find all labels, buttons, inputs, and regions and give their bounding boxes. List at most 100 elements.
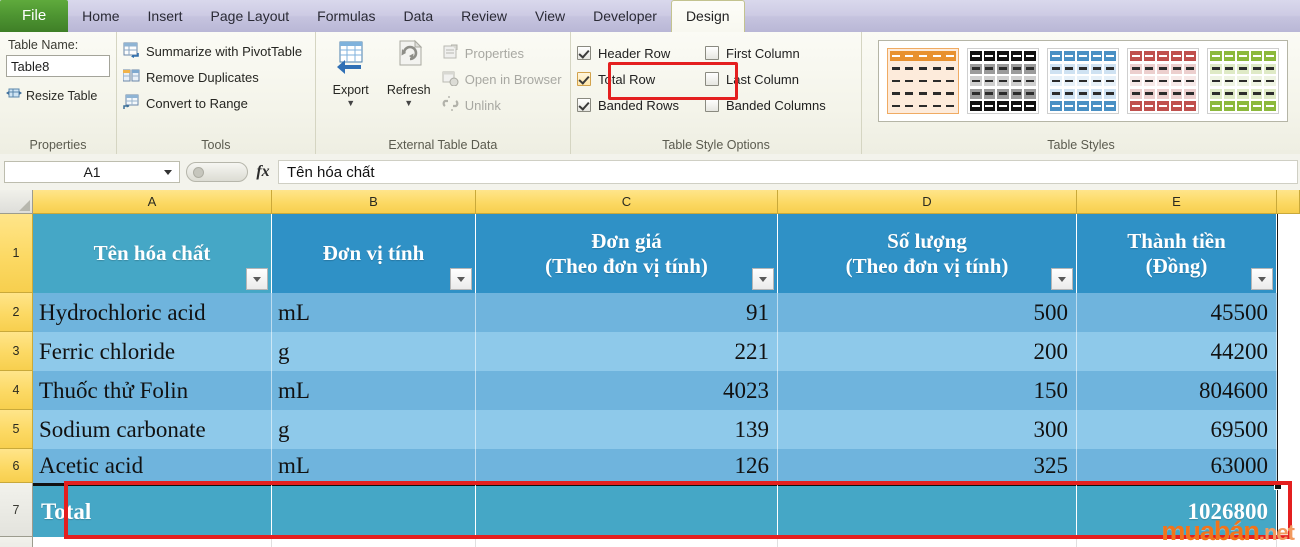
tab-home[interactable]: Home (68, 0, 133, 32)
cell-a8[interactable] (33, 537, 272, 547)
row-header-8[interactable] (0, 537, 33, 547)
formula-bar-button-icon[interactable] (193, 166, 204, 178)
cell-f2[interactable] (1277, 293, 1300, 332)
cell-a2[interactable]: Hydrochloric acid (33, 293, 272, 332)
selection-handle[interactable] (1274, 482, 1282, 490)
column-header-a[interactable]: A (33, 190, 272, 214)
cell-a3[interactable]: Ferric chloride (33, 332, 272, 371)
row-header-4[interactable]: 4 (0, 371, 33, 410)
row-header-6[interactable]: 6 (0, 449, 33, 483)
cell-f4[interactable] (1277, 371, 1300, 410)
tab-data[interactable]: Data (390, 0, 448, 32)
table-style-swatch[interactable] (1047, 48, 1119, 114)
table-style-swatch[interactable] (1207, 48, 1279, 114)
banded-rows-checkbox-icon[interactable] (577, 98, 591, 112)
cell-b3[interactable]: g (272, 332, 476, 371)
cell-f1[interactable] (1277, 214, 1300, 293)
export-dropdown-caret[interactable]: ▼ (322, 98, 380, 108)
checkbox-first-column[interactable]: First Column (705, 40, 855, 66)
checkbox-total-row[interactable]: Total Row (577, 66, 705, 92)
banded-columns-checkbox-icon[interactable] (705, 98, 719, 112)
cell-e4[interactable]: 804600 (1077, 371, 1277, 410)
tab-insert[interactable]: Insert (134, 0, 197, 32)
cell-c7[interactable] (476, 483, 778, 537)
cell-e1[interactable]: Thành tiền (Đồng) (1077, 214, 1277, 293)
cell-c2[interactable]: 91 (476, 293, 778, 332)
cell-f3[interactable] (1277, 332, 1300, 371)
cell-d4[interactable]: 150 (778, 371, 1077, 410)
header-row-checkbox-icon[interactable] (577, 46, 591, 60)
checkbox-header-row[interactable]: Header Row (577, 40, 705, 66)
tab-design[interactable]: Design (670, 0, 745, 32)
tab-developer[interactable]: Developer (579, 0, 671, 32)
formula-bar-buttons[interactable] (186, 162, 248, 182)
resize-table-button[interactable]: Resize Table (6, 87, 110, 104)
cell-c6[interactable]: 126 (476, 449, 778, 483)
cell-b2[interactable]: mL (272, 293, 476, 332)
table-style-swatch[interactable] (1127, 48, 1199, 114)
tab-review[interactable]: Review (447, 0, 521, 32)
checkbox-last-column[interactable]: Last Column (705, 66, 855, 92)
cell-b8[interactable] (272, 537, 476, 547)
tab-view[interactable]: View (521, 0, 579, 32)
formula-input[interactable]: Tên hóa chất (278, 160, 1298, 184)
cell-e6[interactable]: 63000 (1077, 449, 1277, 483)
row-header-3[interactable]: 3 (0, 332, 33, 371)
table-style-swatch[interactable] (967, 48, 1039, 114)
checkbox-banded-rows[interactable]: Banded Rows (577, 92, 705, 118)
tab-formulas[interactable]: Formulas (303, 0, 389, 32)
cell-c1[interactable]: Đơn giá (Theo đơn vị tính) (476, 214, 778, 293)
name-box[interactable]: A1 (4, 161, 180, 183)
tab-page-layout[interactable]: Page Layout (197, 0, 304, 32)
filter-dropdown-icon[interactable] (1251, 268, 1273, 290)
cell-d7[interactable] (778, 483, 1077, 537)
cell-e2[interactable]: 45500 (1077, 293, 1277, 332)
cell-d5[interactable]: 300 (778, 410, 1077, 449)
table-styles-gallery[interactable] (878, 40, 1288, 122)
convert-to-range-button[interactable]: Convert to Range (123, 90, 309, 116)
checkbox-banded-columns[interactable]: Banded Columns (705, 92, 855, 118)
cell-a5[interactable]: Sodium carbonate (33, 410, 272, 449)
filter-dropdown-icon[interactable] (246, 268, 268, 290)
summarize-with-pivottable-button[interactable]: Summarize with PivotTable (123, 38, 309, 64)
column-header-e[interactable]: E (1077, 190, 1277, 214)
cell-a6[interactable]: Acetic acid (33, 449, 272, 483)
row-header-5[interactable]: 5 (0, 410, 33, 449)
cell-d3[interactable]: 200 (778, 332, 1077, 371)
cell-f6[interactable] (1277, 449, 1300, 483)
row-header-7[interactable]: 7 (0, 483, 33, 537)
column-header-b[interactable]: B (272, 190, 476, 214)
cell-a1[interactable]: Tên hóa chất (33, 214, 272, 293)
cell-b4[interactable]: mL (272, 371, 476, 410)
filter-dropdown-icon[interactable] (450, 268, 472, 290)
row-header-1[interactable]: 1 (0, 214, 33, 293)
cell-d1[interactable]: Số lượng (Theo đơn vị tính) (778, 214, 1077, 293)
cell-a4[interactable]: Thuốc thử Folin (33, 371, 272, 410)
refresh-button[interactable]: Refresh ▼ (380, 36, 438, 154)
cell-e5[interactable]: 69500 (1077, 410, 1277, 449)
first-column-checkbox-icon[interactable] (705, 46, 719, 60)
filter-dropdown-icon[interactable] (1051, 268, 1073, 290)
total-row-checkbox-icon[interactable] (577, 72, 591, 86)
column-header-c[interactable]: C (476, 190, 778, 214)
export-button[interactable]: Export ▼ (322, 36, 380, 154)
tab-file[interactable]: File (0, 0, 69, 32)
last-column-checkbox-icon[interactable] (705, 72, 719, 86)
cell-d8[interactable] (778, 537, 1077, 547)
cell-e3[interactable]: 44200 (1077, 332, 1277, 371)
chevron-down-icon[interactable] (164, 170, 172, 175)
cell-c5[interactable]: 139 (476, 410, 778, 449)
select-all-corner[interactable] (0, 190, 33, 214)
cell-b5[interactable]: g (272, 410, 476, 449)
cell-b6[interactable]: mL (272, 449, 476, 483)
cell-d6[interactable]: 325 (778, 449, 1077, 483)
refresh-dropdown-caret[interactable]: ▼ (380, 98, 438, 108)
filter-dropdown-icon[interactable] (752, 268, 774, 290)
cell-c8[interactable] (476, 537, 778, 547)
cell-f5[interactable] (1277, 410, 1300, 449)
cell-d2[interactable]: 500 (778, 293, 1077, 332)
table-name-input[interactable] (6, 55, 110, 77)
cell-a7[interactable]: Total (33, 483, 272, 537)
table-style-swatch[interactable] (887, 48, 959, 114)
cell-b1[interactable]: Đơn vị tính (272, 214, 476, 293)
